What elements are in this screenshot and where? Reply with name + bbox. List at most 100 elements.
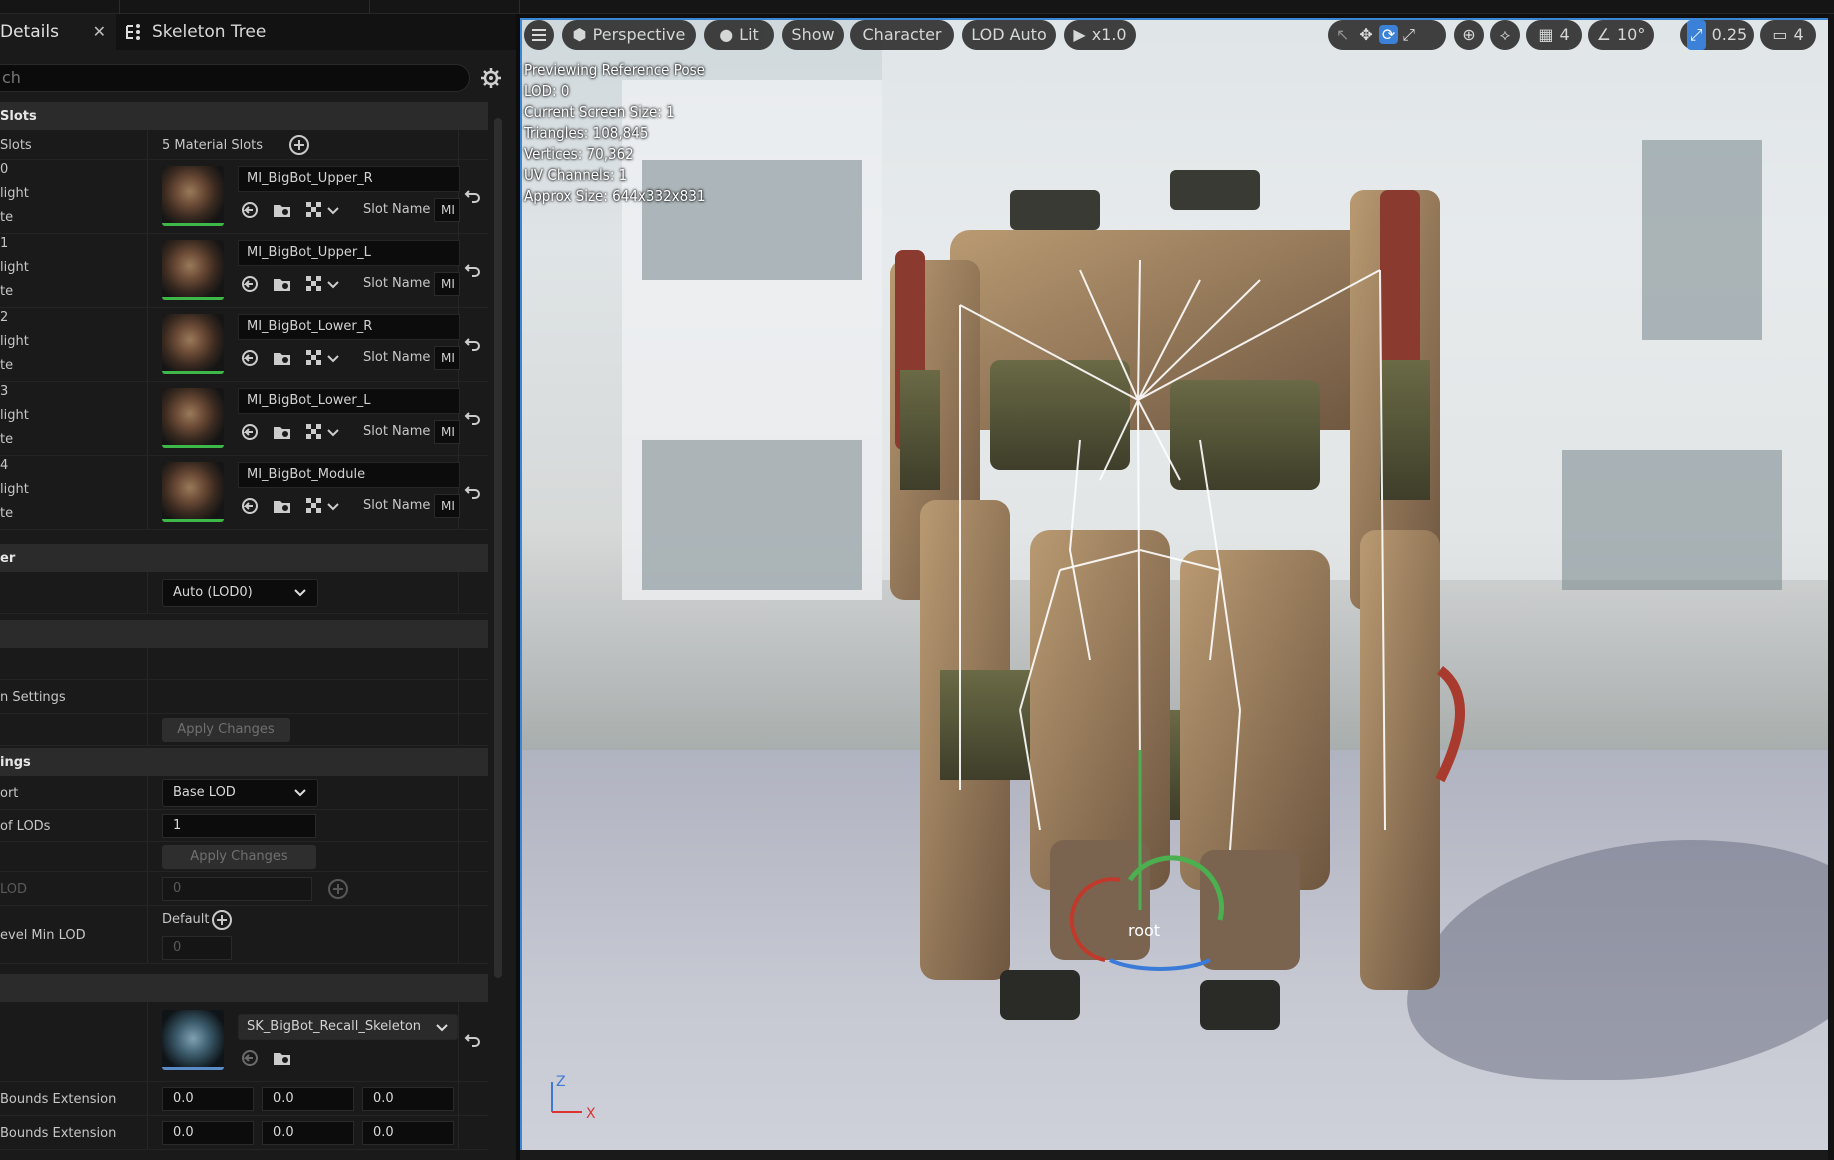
tab-skeleton-tree[interactable]: Skeleton Tree [124, 14, 324, 50]
browse-folder-icon[interactable] [272, 348, 292, 368]
rotate-icon[interactable]: ⟳ [1378, 25, 1399, 44]
material-name-field[interactable]: MI_BigBot_Upper_L [238, 240, 460, 266]
material-thumbnail[interactable] [162, 314, 224, 374]
pos-bounds-x-field[interactable]: 0.0 [162, 1087, 254, 1111]
select-icon[interactable]: ↖ [1336, 25, 1349, 44]
lod-import-combo[interactable]: Base LOD [162, 779, 318, 807]
chevron-down-icon[interactable] [326, 274, 340, 294]
show-button[interactable]: Show [782, 20, 844, 50]
material-name-field[interactable]: MI_BigBot_Module [238, 462, 460, 488]
scale-snap-button[interactable]: ⤢ 0.25 [1680, 20, 1754, 50]
num-lods-field[interactable]: 1 [162, 814, 316, 838]
move-icon[interactable]: ✥ [1359, 25, 1372, 44]
chevron-down-icon[interactable] [326, 348, 340, 368]
category-lod-picker[interactable]: er [0, 544, 488, 572]
add-quality-level-icon[interactable] [212, 910, 232, 930]
checker-icon[interactable] [304, 274, 324, 294]
character-button[interactable]: Character [850, 20, 954, 50]
checker-icon[interactable] [304, 200, 324, 220]
category-skeleton[interactable] [0, 974, 488, 1002]
browse-folder-icon[interactable] [272, 496, 292, 516]
material-thumbnail[interactable] [162, 388, 224, 448]
chevron-down-icon[interactable] [326, 422, 340, 442]
reset-arrow-icon[interactable] [464, 1032, 482, 1048]
robot-mesh[interactable]: root [880, 150, 1520, 1050]
details-scrollbar[interactable] [494, 118, 502, 978]
surface-snap-icon[interactable]: ⟡ [1490, 20, 1520, 50]
world-local-icon[interactable]: ⊕ [1454, 20, 1484, 50]
browse-folder-icon[interactable] [272, 274, 292, 294]
scale-icon[interactable]: ⤢ [1402, 25, 1415, 44]
min-lod-field[interactable]: 0 [162, 877, 312, 901]
chevron-down-icon[interactable] [326, 496, 340, 516]
scale-snap-value: 0.25 [1711, 25, 1748, 44]
browse-folder-icon[interactable] [272, 422, 292, 442]
reset-arrow-icon[interactable] [464, 336, 482, 352]
material-name-field[interactable]: MI_BigBot_Lower_R [238, 314, 460, 340]
column-divider [147, 906, 148, 963]
viewport-menu-button[interactable] [524, 20, 554, 50]
material-tools [240, 198, 350, 222]
material-name-field[interactable]: MI_BigBot_Upper_R [238, 166, 460, 192]
reset-arrow-icon[interactable] [464, 262, 482, 278]
material-thumbnail[interactable] [162, 462, 224, 522]
default-min-lod-field[interactable]: 0 [162, 936, 232, 960]
add-slot-icon[interactable] [289, 135, 309, 155]
lit-button[interactable]: ● Lit [704, 20, 774, 50]
checker-icon[interactable] [304, 422, 324, 442]
use-selected-icon[interactable] [240, 348, 260, 368]
play-speed-button[interactable]: ▶ x1.0 [1064, 20, 1136, 50]
camera-speed-button[interactable]: ▭ 4 [1760, 20, 1816, 50]
category-lod-settings[interactable]: ings [0, 748, 488, 776]
material-slot-row: 1 light te MI_BigBot_Upper_L Slot Name M… [0, 234, 488, 308]
grid-snap-button[interactable]: ▦ 4 [1526, 20, 1582, 50]
lod-auto-button[interactable]: LOD Auto [962, 20, 1056, 50]
browse-folder-icon[interactable] [272, 200, 292, 220]
lod-picker-combo[interactable]: Auto (LOD0) [162, 579, 318, 607]
reset-arrow-icon[interactable] [464, 410, 482, 426]
checker-icon[interactable] [304, 496, 324, 516]
use-selected-icon[interactable] [240, 274, 260, 294]
pos-bounds-y-field[interactable]: 0.0 [262, 1087, 354, 1111]
skeleton-asset-combo[interactable]: SK_BigBot_Recall_Skeleton [238, 1014, 458, 1040]
perspective-button[interactable]: ⬢ Perspective [562, 20, 696, 50]
gear-icon[interactable] [480, 67, 502, 89]
rotation-snap-value: 10° [1616, 25, 1646, 44]
material-name-field[interactable]: MI_BigBot_Lower_L [238, 388, 460, 414]
apply-changes-button[interactable]: Apply Changes [162, 845, 316, 869]
reset-arrow-icon[interactable] [464, 484, 482, 500]
use-selected-icon[interactable] [240, 496, 260, 516]
slot-name-field[interactable]: MI [434, 272, 460, 296]
skeleton-thumbnail[interactable] [162, 1010, 224, 1070]
pos-bounds-z-field[interactable]: 0.0 [362, 1087, 454, 1111]
tab-details[interactable]: Details ✕ [0, 14, 116, 50]
top-strip-segment [0, 0, 120, 14]
quality-min-lod-label: evel Min LOD [0, 928, 86, 943]
neg-bounds-y-field[interactable]: 0.0 [262, 1121, 354, 1145]
neg-bounds-x-field[interactable]: 0.0 [162, 1121, 254, 1145]
add-override-icon[interactable] [328, 879, 348, 899]
transform-tools-group: ↖ ✥ ⟳ ⤢ [1328, 20, 1446, 50]
search-input[interactable]: ch [0, 64, 470, 92]
reset-arrow-icon[interactable] [464, 188, 482, 204]
close-icon[interactable]: ✕ [93, 22, 106, 41]
checker-icon[interactable] [304, 348, 324, 368]
rotation-snap-button[interactable]: ∠ 10° [1588, 20, 1654, 50]
material-thumbnail[interactable] [162, 166, 224, 226]
browse-folder-icon[interactable] [272, 1048, 292, 1068]
category-material-slots[interactable]: Slots [0, 102, 488, 130]
use-selected-icon[interactable] [240, 422, 260, 442]
neg-bounds-z-field[interactable]: 0.0 [362, 1121, 454, 1145]
slot-name-field[interactable]: MI [434, 198, 460, 222]
category-build[interactable] [0, 620, 488, 648]
slot-name-field[interactable]: MI [434, 494, 460, 518]
use-selected-icon[interactable] [240, 1048, 260, 1068]
slot-name-field[interactable]: MI [434, 346, 460, 370]
build-settings-row: n Settings [0, 680, 488, 714]
chevron-down-icon[interactable] [326, 200, 340, 220]
isolate-label: te [0, 284, 14, 299]
slot-name-field[interactable]: MI [434, 420, 460, 444]
material-thumbnail[interactable] [162, 240, 224, 300]
use-selected-icon[interactable] [240, 200, 260, 220]
apply-changes-button[interactable]: Apply Changes [162, 718, 290, 742]
